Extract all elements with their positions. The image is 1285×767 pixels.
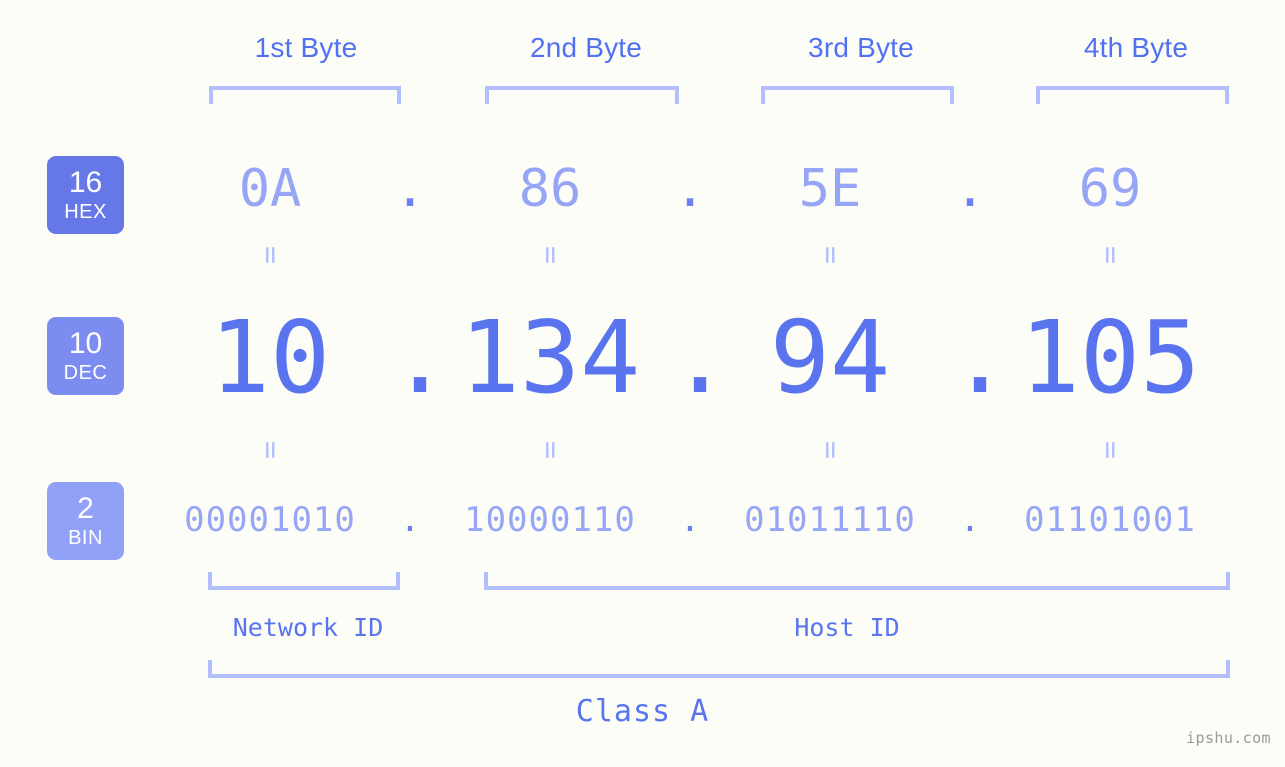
binary-separator-2: . <box>679 500 701 540</box>
hex-octet-row: 0A . 86 . 5E . 69 <box>150 152 1270 226</box>
byte-bracket-top-2 <box>485 86 679 104</box>
ip-breakdown-diagram: 1st Byte 2nd Byte 3rd Byte 4th Byte 16 H… <box>0 0 1285 767</box>
binary-octet-3: 01011110 <box>744 500 916 540</box>
base-badge-dec: 10 DEC <box>47 317 124 395</box>
network-id-bracket <box>208 572 400 590</box>
class-label: Class A <box>575 694 710 729</box>
byte-header-label-2: 2nd Byte <box>529 32 643 63</box>
equals-icon: = <box>813 440 848 460</box>
decimal-octet-4: 105 <box>1019 299 1201 416</box>
equals-icon: = <box>1093 245 1128 265</box>
binary-separator-1: . <box>399 500 421 540</box>
base-badge-hex: 16 HEX <box>47 156 124 234</box>
base-badge-hex-name: HEX <box>64 201 107 223</box>
binary-octet-1: 00001010 <box>184 500 356 540</box>
decimal-separator-1: . <box>390 299 451 416</box>
binary-octet-row: 00001010 . 10000110 . 01011110 . 0110100… <box>150 494 1270 546</box>
host-id-label: Host ID <box>794 613 900 642</box>
decimal-octet-3: 94 <box>769 299 891 416</box>
base-badge-bin-number: 2 <box>77 492 94 525</box>
decimal-separator-2: . <box>670 299 731 416</box>
base-badge-dec-number: 10 <box>68 327 103 360</box>
hex-octet-3: 5E <box>798 159 862 219</box>
class-bracket <box>208 660 1230 678</box>
byte-header-label-3: 3rd Byte <box>808 32 914 63</box>
equals-icon: = <box>1093 440 1128 460</box>
byte-header-label-1: 1st Byte <box>254 32 358 63</box>
base-badge-bin-name: BIN <box>68 527 103 549</box>
hex-octet-2: 86 <box>518 159 582 219</box>
equals-row-hex-dec: = = = = <box>150 240 1270 270</box>
hex-octet-4: 69 <box>1078 159 1142 219</box>
decimal-octet-2: 134 <box>459 299 641 416</box>
network-id-label: Network ID <box>232 613 384 642</box>
binary-octet-2: 10000110 <box>464 500 636 540</box>
base-badge-hex-number: 16 <box>68 166 103 199</box>
hex-separator-2: . <box>674 159 706 219</box>
equals-icon: = <box>813 245 848 265</box>
equals-icon: = <box>253 245 288 265</box>
binary-separator-3: . <box>959 500 981 540</box>
decimal-separator-3: . <box>950 299 1011 416</box>
hex-octet-1: 0A <box>238 159 302 219</box>
byte-bracket-top-4 <box>1036 86 1229 104</box>
base-badge-bin: 2 BIN <box>47 482 124 560</box>
equals-icon: = <box>533 440 568 460</box>
byte-header-label-4: 4th Byte <box>1083 32 1189 63</box>
hex-separator-3: . <box>954 159 986 219</box>
equals-row-dec-bin: = = = = <box>150 435 1270 465</box>
equals-icon: = <box>533 245 568 265</box>
byte-bracket-top-1 <box>209 86 401 104</box>
base-badge-dec-name: DEC <box>63 362 108 384</box>
host-id-bracket <box>484 572 1230 590</box>
decimal-octet-1: 10 <box>209 299 331 416</box>
decimal-octet-row: 10 . 134 . 94 . 105 <box>150 299 1270 416</box>
byte-bracket-top-3 <box>761 86 954 104</box>
site-watermark: ipshu.com <box>1186 729 1271 747</box>
equals-icon: = <box>253 440 288 460</box>
hex-separator-1: . <box>394 159 426 219</box>
binary-octet-4: 01101001 <box>1024 500 1196 540</box>
